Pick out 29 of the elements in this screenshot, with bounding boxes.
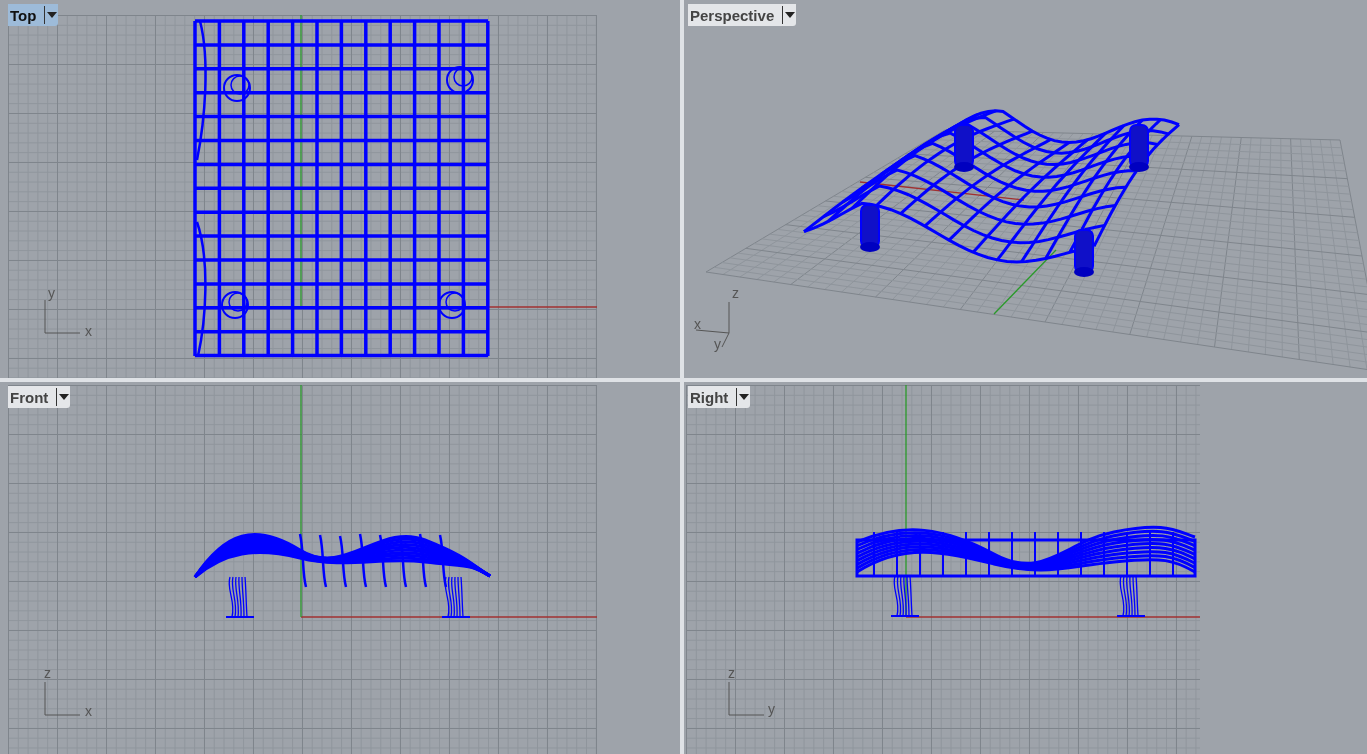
axis-label: z [44,666,51,680]
axis-icon [44,299,81,334]
caret-icon [59,394,70,400]
viewport-menu-button[interactable] [782,6,797,24]
axis-icon [728,681,765,716]
viewport-tab[interactable]: Front [8,386,71,408]
viewport-title: Front [9,388,50,406]
axis-label: x [694,317,701,331]
viewport[interactable]: Perspective z x y [684,0,1367,378]
viewport[interactable]: Right z y [684,382,1367,754]
axis-label: y [48,286,55,300]
axis-label: y [714,337,721,351]
viewport-tab[interactable]: Perspective [688,4,797,26]
viewport-title: Perspective [689,6,776,24]
caret-icon [47,12,58,18]
caret-icon [739,394,750,400]
axis-label: x [85,704,92,718]
viewport[interactable]: Top y x [0,0,680,378]
axis-label: x [85,324,92,338]
axis-label: y [768,702,775,716]
viewport-tab[interactable]: Top [8,4,59,26]
viewport-title: Top [9,6,38,24]
viewport[interactable]: Front z x [0,382,680,754]
viewport-title: Right [689,388,730,406]
viewport-tab[interactable]: Right [688,386,751,408]
axis-label: z [732,286,739,300]
axis-icon [44,681,81,716]
caret-icon [785,12,796,18]
axis-label: z [728,666,735,680]
